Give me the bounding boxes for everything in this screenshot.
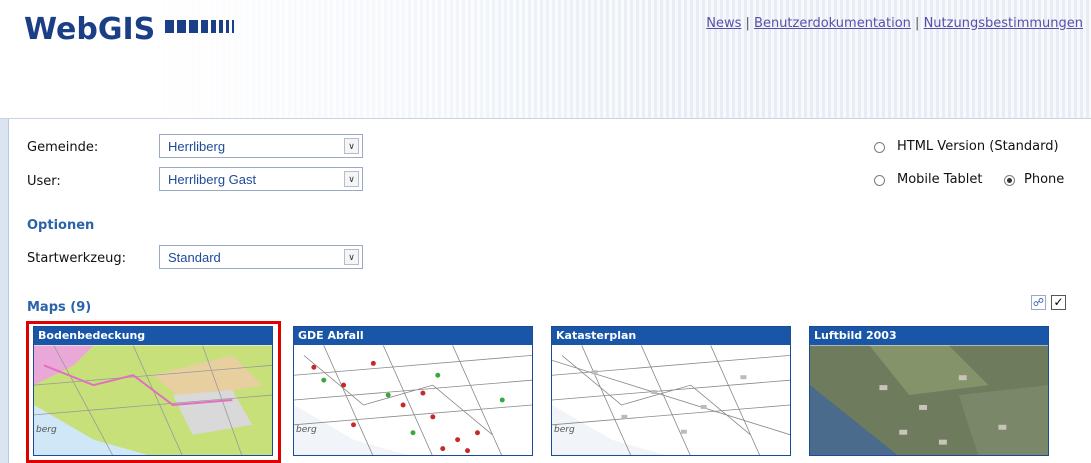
phone-label: Phone xyxy=(1024,172,1065,187)
terms-link[interactable]: Nutzungsbestimmungen xyxy=(924,16,1083,31)
documentation-link[interactable]: Benutzerdokumentation xyxy=(754,16,911,31)
map-card-katasterplan[interactable]: Katasterplan berg xyxy=(551,326,791,456)
map-card-title: Luftbild 2003 xyxy=(810,327,1048,345)
phone-radio[interactable] xyxy=(1004,175,1015,186)
user-value: Herrliberg Gast xyxy=(168,172,257,187)
map-card-title: Katasterplan xyxy=(552,327,790,345)
map-card-place: berg xyxy=(554,425,575,435)
map-thumbnail-luftbild-2003 xyxy=(810,345,1048,455)
map-thumbnail-gde-abfall xyxy=(294,345,532,455)
user-select[interactable]: Herrliberg Gast ∨ xyxy=(159,167,363,191)
startwerkzeug-label: Startwerkzeug: xyxy=(27,251,126,266)
news-link[interactable]: News xyxy=(706,16,741,31)
gemeinde-value: Herrliberg xyxy=(168,139,226,154)
options-heading: Optionen xyxy=(27,218,95,233)
maps-heading: Maps (9) xyxy=(27,300,92,315)
link-separator: | xyxy=(745,16,750,31)
html-version-radio[interactable] xyxy=(874,142,885,153)
header-banner: WebGIS News | Benutzerdokumentation | Nu… xyxy=(0,0,1091,119)
gemeinde-label: Gemeinde: xyxy=(27,140,99,155)
map-card-title: GDE Abfall xyxy=(294,327,532,345)
startwerkzeug-value: Standard xyxy=(168,250,221,265)
webgis-logo: WebGIS xyxy=(24,12,156,47)
startwerkzeug-select[interactable]: Standard ∨ xyxy=(159,245,363,269)
chevron-down-icon[interactable]: ∨ xyxy=(344,249,359,265)
top-links: News | Benutzerdokumentation | Nutzungsb… xyxy=(706,16,1083,31)
map-thumbnail-katasterplan xyxy=(552,345,790,455)
map-card-gde-abfall[interactable]: GDE Abfall berg xyxy=(293,326,533,456)
chevron-down-icon[interactable]: ∨ xyxy=(344,171,359,187)
selected-card-highlight xyxy=(26,321,281,463)
map-card-luftbild-2003[interactable]: Luftbild 2003 xyxy=(809,326,1049,456)
chevron-down-icon[interactable]: ∨ xyxy=(344,138,359,154)
link-separator: | xyxy=(915,16,920,31)
gemeinde-select[interactable]: Herrliberg ∨ xyxy=(159,134,363,158)
mobile-tablet-label: Mobile Tablet xyxy=(897,172,983,187)
user-label: User: xyxy=(27,174,61,189)
html-version-label: HTML Version (Standard) xyxy=(897,139,1059,154)
mobile-tablet-radio[interactable] xyxy=(874,175,885,186)
link-icon[interactable]: ☍ xyxy=(1031,295,1046,310)
logo-bars xyxy=(165,20,234,33)
map-card-place: berg xyxy=(296,425,317,435)
select-all-checkbox[interactable]: ✓ xyxy=(1051,295,1066,310)
